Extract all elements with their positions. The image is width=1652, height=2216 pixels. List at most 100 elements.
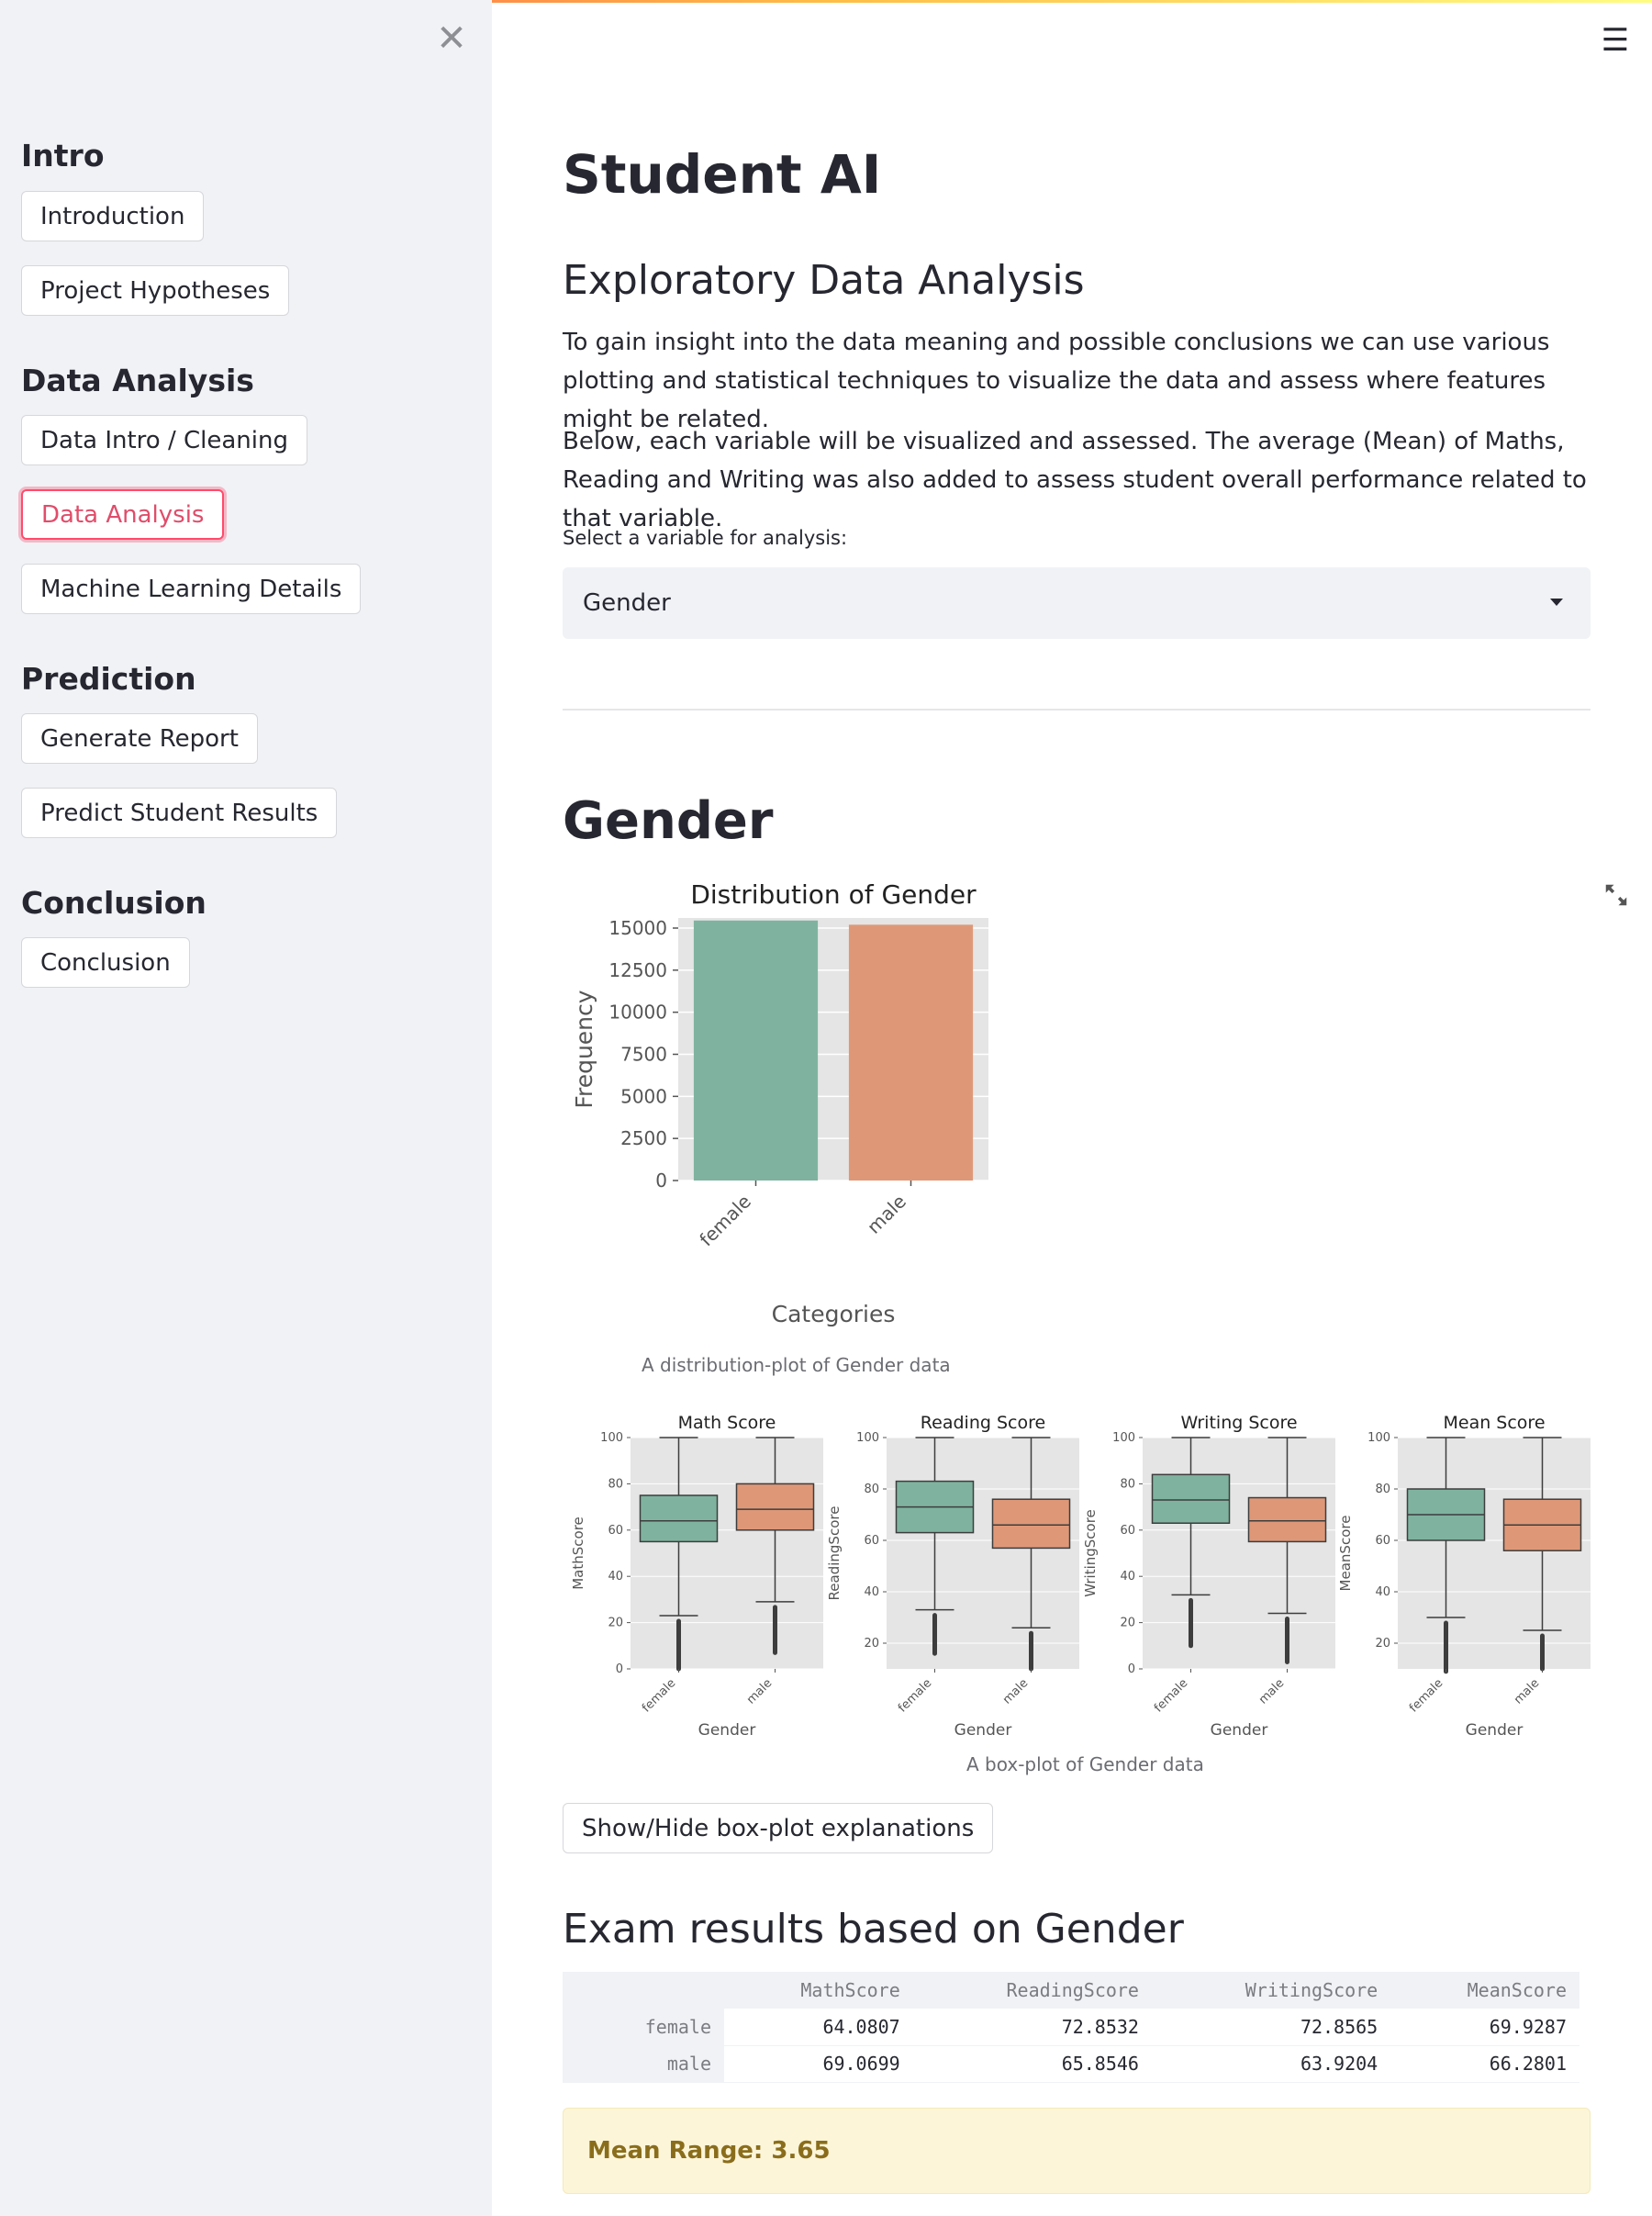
plot-background (631, 1438, 823, 1669)
y-tick-label: 0 (655, 1170, 667, 1192)
section-title: Gender (563, 791, 774, 851)
distribution-chart: Distribution of Gender 0 2500 5000 7500 10000… (571, 879, 988, 1327)
y-tick-label: 80 (864, 1483, 879, 1496)
x-tick-label: female (1152, 1676, 1190, 1715)
fullscreen-icon[interactable] (1602, 881, 1630, 909)
box-plot-title: Writing Score (1180, 1413, 1297, 1433)
plot-background (1398, 1438, 1591, 1669)
y-axis-label: MathScore (570, 1517, 586, 1590)
box-plot-title: Mean Score (1443, 1413, 1545, 1433)
y-tick-label: 60 (1120, 1524, 1135, 1538)
y-tick-label: 60 (608, 1524, 623, 1538)
y-tick-label: 80 (1375, 1483, 1390, 1496)
y-tick-label: 15000 (608, 917, 667, 939)
bar-female (693, 920, 819, 1181)
page-title: Student AI (563, 143, 882, 206)
predict-student-results-button[interactable]: Predict Student Results (21, 788, 338, 838)
distribution-caption: A distribution-plot of Gender data (642, 1354, 951, 1376)
box-plot-MathScore: Math Score 0 20 40 60 80 100 female male Gender Ma… (570, 1413, 823, 1740)
column-header: ReadingScore (912, 1972, 1152, 2009)
divider (563, 709, 1591, 711)
y-tick-label: 20 (1120, 1617, 1135, 1630)
results-table: MathScore ReadingScore WritingScore Mean… (563, 1972, 1579, 2083)
table-cell: 69.9287 (1390, 2009, 1579, 2046)
close-icon[interactable]: ✕ (435, 20, 468, 57)
y-tick-label: 40 (864, 1585, 879, 1599)
bar-male (848, 924, 974, 1181)
box-plot-title: Reading Score (921, 1413, 1045, 1433)
hamburger-icon[interactable]: ☰ (1599, 22, 1632, 59)
column-header: MeanScore (1390, 1972, 1579, 2009)
table-cell: 69.0699 (724, 2045, 913, 2083)
x-axis-label: Categories (772, 1301, 896, 1327)
plot-background (1143, 1438, 1335, 1669)
toggle-box-plot-explanations-button[interactable]: Show/Hide box-plot explanations (563, 1803, 994, 1853)
y-tick-label: 20 (608, 1617, 623, 1630)
x-tick-label: male (744, 1676, 775, 1707)
y-tick-label: 40 (608, 1570, 623, 1584)
plot-background (887, 1438, 1079, 1669)
y-tick-label: 100 (856, 1431, 879, 1445)
y-tick-label: 80 (608, 1477, 623, 1491)
y-tick-label: 80 (1120, 1477, 1135, 1491)
machine-learning-details-button[interactable]: Machine Learning Details (21, 564, 362, 614)
introduction-button[interactable]: Introduction (21, 191, 205, 241)
y-tick-label: 60 (1375, 1534, 1390, 1548)
table-row: male 69.0699 65.8546 63.9204 66.2801 (563, 2045, 1579, 2083)
sidebar-heading-prediction: Prediction (21, 661, 196, 697)
x-tick-label: female (640, 1676, 678, 1715)
x-axis-label: Gender (698, 1721, 756, 1740)
variable-select[interactable]: Gender (563, 567, 1591, 639)
y-tick-label: 100 (600, 1431, 623, 1445)
data-analysis-button[interactable]: Data Analysis (21, 489, 225, 540)
box-plot-WritingScore: Writing Score 0 20 40 60 80 100 female male Gende… (1082, 1413, 1335, 1740)
description-paragraph: Below, each variable will be visualized … (563, 428, 1587, 532)
box-female (1151, 1473, 1231, 1524)
y-tick-label: 12500 (608, 959, 667, 981)
table-index-header (563, 1972, 724, 2009)
box-female (639, 1494, 719, 1543)
table-cell: 65.8546 (912, 2045, 1152, 2083)
chevron-down-icon (1550, 599, 1563, 606)
row-index: female (563, 2009, 724, 2046)
y-tick-label: 100 (1112, 1431, 1135, 1445)
sidebar-heading-data-analysis: Data Analysis (21, 363, 254, 398)
x-tick-label: male (1256, 1676, 1287, 1707)
y-tick-label: 7500 (620, 1044, 667, 1066)
data-intro-cleaning-button[interactable]: Data Intro / Cleaning (21, 415, 307, 465)
y-tick-label: 10000 (608, 1002, 667, 1024)
box-male (991, 1498, 1071, 1550)
y-axis-label: Frequency (571, 990, 597, 1108)
sidebar-heading-conclusion: Conclusion (21, 885, 206, 921)
page-subtitle: Exploratory Data Analysis (563, 257, 1085, 304)
x-tick-label: male (1512, 1676, 1542, 1707)
project-hypotheses-button[interactable]: Project Hypotheses (21, 265, 290, 316)
x-tick-label: male (1000, 1676, 1031, 1707)
y-axis-label: MeanScore (1337, 1516, 1354, 1592)
column-header: WritingScore (1151, 1972, 1391, 2009)
chart-title: Distribution of Gender (690, 879, 977, 910)
y-tick-label: 2500 (620, 1127, 667, 1149)
table-cell: 72.8532 (912, 2009, 1152, 2046)
table-cell: 72.8565 (1151, 2009, 1391, 2046)
box-plot-MeanScore: Mean Score 20 40 60 80 100 female male Gender Mea… (1337, 1413, 1591, 1740)
table-cell: 66.2801 (1390, 2045, 1579, 2083)
select-value: Gender (583, 589, 671, 617)
box-plot-ReadingScore: Reading Score 20 40 60 80 100 female male Gender… (826, 1413, 1079, 1740)
box-plot-title: Math Score (678, 1413, 776, 1433)
y-axis-label: ReadingScore (826, 1506, 843, 1601)
box-plot-caption: A box-plot of Gender data (966, 1753, 1204, 1775)
y-tick-label: 0 (1128, 1662, 1135, 1676)
box-male (1247, 1496, 1327, 1543)
conclusion-button[interactable]: Conclusion (21, 937, 190, 988)
x-axis-label: Gender (1211, 1721, 1268, 1740)
y-tick-label: 0 (616, 1662, 623, 1676)
x-tick-label: female (695, 1191, 755, 1251)
select-label: Select a variable for analysis: (563, 527, 848, 549)
column-header: MathScore (724, 1972, 913, 2009)
x-axis-label: Gender (1466, 1721, 1524, 1740)
box-male (735, 1483, 815, 1531)
generate-report-button[interactable]: Generate Report (21, 713, 258, 764)
sidebar: ✕ Intro Introduction Project Hypotheses … (0, 0, 492, 2216)
y-axis-label: WritingScore (1082, 1509, 1099, 1597)
